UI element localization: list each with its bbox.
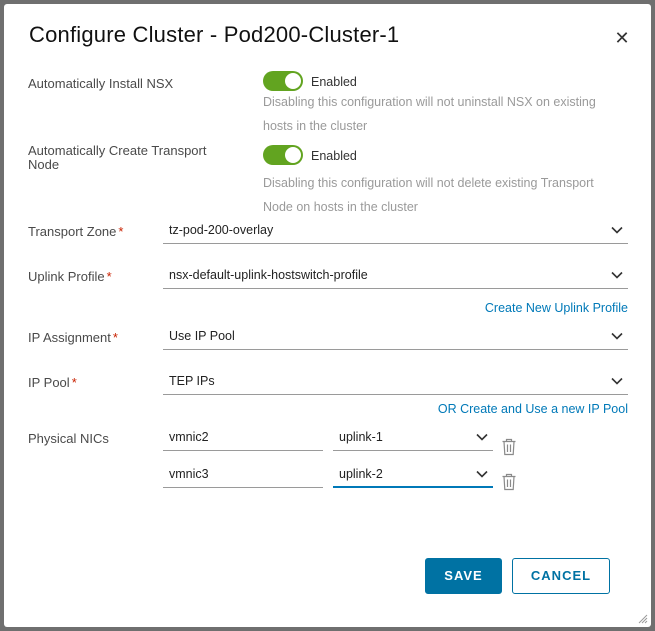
dialog-title: Configure Cluster - Pod200-Cluster-1 — [29, 22, 400, 47]
auto-transport-hint-line1: Disabling this configuration will not de… — [263, 176, 594, 190]
auto-install-hint-line2: hosts in the cluster — [263, 119, 368, 133]
uplink-select-1[interactable]: uplink-1 — [333, 425, 493, 451]
chevron-down-icon — [476, 470, 488, 478]
create-uplink-profile-link[interactable]: Create New Uplink Profile — [485, 301, 628, 315]
save-button[interactable]: SAVE — [425, 558, 502, 594]
nic-value: vmnic2 — [169, 430, 209, 444]
configure-cluster-dialog: Configure Cluster - Pod200-Cluster-1 ✕ A… — [4, 4, 651, 627]
uplink-value: uplink-1 — [339, 430, 383, 444]
auto-transport-toggle[interactable] — [263, 145, 303, 165]
auto-transport-label-line2: Node — [28, 157, 60, 172]
chevron-down-icon — [476, 433, 488, 441]
uplink-profile-label-text: Uplink Profile — [28, 269, 105, 284]
resize-grip-icon[interactable] — [638, 614, 648, 624]
auto-transport-toggle-text: Enabled — [311, 149, 357, 163]
required-marker: * — [118, 224, 124, 239]
auto-transport-hint-line2: Node on hosts in the cluster — [263, 200, 418, 214]
auto-install-hint-line1: Disabling this configuration will not un… — [263, 95, 596, 109]
nic-value: vmnic3 — [169, 467, 209, 481]
ip-pool-label-text: IP Pool — [28, 375, 70, 390]
ip-assignment-value: Use IP Pool — [169, 329, 235, 343]
toggle-knob — [285, 147, 301, 163]
uplink-select-2[interactable]: uplink-2 — [333, 462, 493, 488]
cancel-button[interactable]: CANCEL — [512, 558, 610, 594]
auto-transport-label: Automatically Create Transport Node — [28, 144, 206, 172]
physical-nics-label: Physical NICs — [28, 431, 109, 446]
ip-assignment-label: IP Assignment * — [28, 331, 118, 345]
uplink-value: uplink-2 — [339, 467, 383, 481]
trash-icon[interactable] — [501, 438, 517, 456]
transport-zone-select[interactable]: tz-pod-200-overlay — [163, 218, 628, 244]
toggle-knob — [285, 73, 301, 89]
close-icon[interactable]: ✕ — [612, 28, 632, 48]
transport-zone-label-text: Transport Zone — [28, 224, 117, 239]
chevron-down-icon — [611, 226, 623, 234]
create-ip-pool-link[interactable]: OR Create and Use a new IP Pool — [438, 402, 628, 416]
auto-install-hint: Disabling this configuration will not un… — [263, 90, 633, 138]
ip-pool-label: IP Pool * — [28, 376, 77, 390]
ip-assignment-select[interactable]: Use IP Pool — [163, 324, 628, 350]
required-marker: * — [112, 330, 118, 345]
nic-input-1[interactable]: vmnic2 — [163, 425, 323, 451]
uplink-profile-label: Uplink Profile * — [28, 270, 112, 284]
nic-input-2[interactable]: vmnic3 — [163, 462, 323, 488]
ip-pool-select[interactable]: TEP IPs — [163, 369, 628, 395]
auto-transport-label-line1: Automatically Create Transport — [28, 143, 207, 158]
required-marker: * — [106, 269, 112, 284]
chevron-down-icon — [611, 377, 623, 385]
required-marker: * — [71, 375, 77, 390]
auto-transport-hint: Disabling this configuration will not de… — [263, 171, 633, 219]
trash-icon[interactable] — [501, 473, 517, 491]
transport-zone-label: Transport Zone * — [28, 225, 123, 239]
ip-assignment-label-text: IP Assignment — [28, 330, 111, 345]
auto-install-toggle-text: Enabled — [311, 75, 357, 89]
chevron-down-icon — [611, 271, 623, 279]
uplink-profile-select[interactable]: nsx-default-uplink-hostswitch-profile — [163, 263, 628, 289]
transport-zone-value: tz-pod-200-overlay — [169, 223, 274, 237]
auto-install-toggle[interactable] — [263, 71, 303, 91]
uplink-profile-value: nsx-default-uplink-hostswitch-profile — [169, 268, 368, 282]
ip-pool-value: TEP IPs — [169, 374, 215, 388]
auto-install-label: Automatically Install NSX — [28, 76, 174, 91]
chevron-down-icon — [611, 332, 623, 340]
